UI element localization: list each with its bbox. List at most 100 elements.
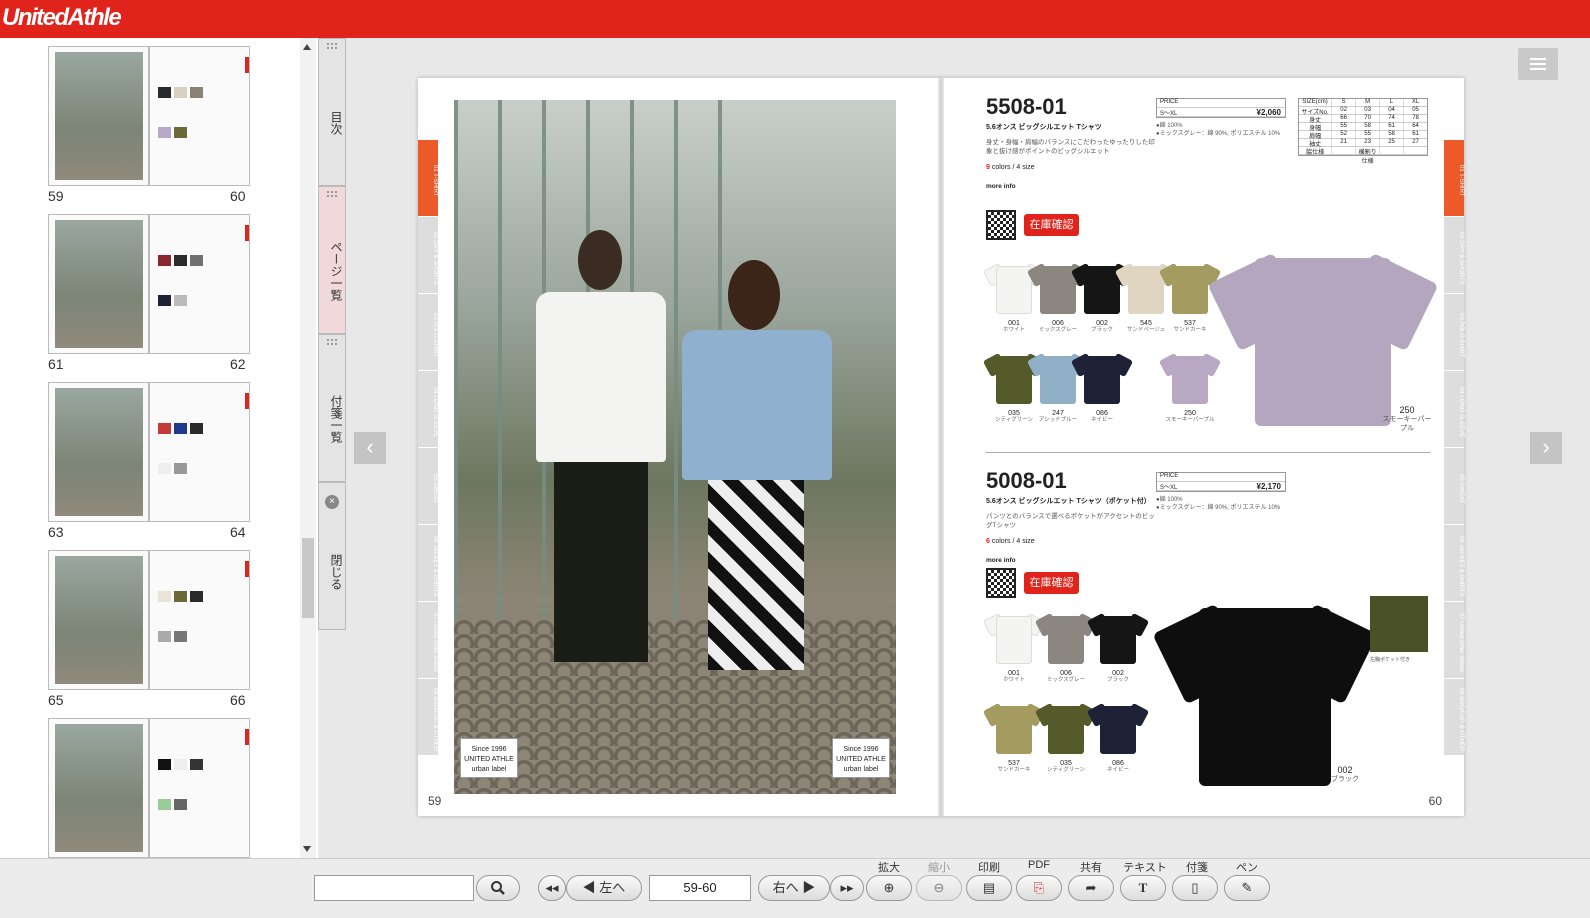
model-head — [728, 260, 780, 330]
category-tab[interactable]: 01 T-SHIRT — [418, 140, 438, 216]
category-tab[interactable]: 02 DRY & SPORTS — [1444, 217, 1464, 293]
share-arrow-icon: ➦ — [1085, 880, 1097, 895]
search-input[interactable] — [314, 875, 474, 901]
thumbnail-spread[interactable] — [48, 214, 250, 354]
category-tab[interactable]: 07 United Athle Works — [418, 602, 438, 678]
qr-code[interactable] — [986, 568, 1016, 598]
print-button[interactable]: ▤ — [966, 875, 1012, 901]
thumbnail-page-left[interactable] — [48, 718, 149, 858]
white-tee — [536, 292, 666, 462]
category-tab[interactable]: 02 DRY & SPORTS — [418, 217, 438, 293]
thumbnail-swatch — [174, 255, 187, 266]
big-tee-5508 — [1207, 252, 1439, 430]
size-cell: 64 — [1403, 123, 1427, 130]
category-tab[interactable]: 04 LONG SLEEVE — [418, 371, 438, 447]
qr-code[interactable] — [986, 210, 1016, 240]
sticky-button[interactable]: ▯ — [1172, 875, 1218, 901]
sidebar-scrollbar[interactable] — [300, 38, 316, 858]
category-tab[interactable]: 04 LONG SLEEVE — [1444, 371, 1464, 447]
swatch-name: ミックスグレー — [1046, 677, 1086, 683]
thumbnail-spread[interactable] — [48, 718, 250, 858]
thumbnail-page-right[interactable] — [149, 214, 250, 354]
thumbnail-page-right[interactable] — [149, 46, 250, 186]
size-cell: 58 — [1379, 131, 1403, 138]
category-tab[interactable]: 05 SWEAT — [418, 448, 438, 524]
thumbnail-page-right[interactable] — [149, 382, 250, 522]
thumbnail-page-left[interactable] — [48, 382, 149, 522]
swatch-number: 250 — [1184, 410, 1196, 417]
thumbnail-page-right[interactable] — [149, 550, 250, 690]
thumbnail-spread[interactable] — [48, 550, 250, 690]
category-tab[interactable]: 06 JACKET & SHIRTS — [418, 525, 438, 601]
color-swatch[interactable]: 086 ネイビー — [1070, 348, 1134, 423]
last-page-button[interactable]: ▸▸ — [830, 875, 864, 901]
scroll-up-arrow-icon[interactable] — [303, 44, 311, 50]
spec-line: ●ミックスグレー：綿 90%, ポリエステル 10% — [1156, 131, 1281, 137]
stock-check-button[interactable]: 在庫確認 — [1024, 214, 1079, 236]
material-spec: ●綿 100% ●ミックスグレー：綿 90%, ポリエステル 10% — [1156, 122, 1296, 138]
swatch-label: 035 シティグリーン — [1038, 760, 1094, 774]
next-page-arrow-icon[interactable]: › — [1530, 432, 1562, 464]
swatch-label: 006 ミックスグレー — [1038, 670, 1094, 684]
tab-toc[interactable]: 目次 — [318, 38, 346, 186]
thumbnail-page-right[interactable] — [149, 718, 250, 858]
search-button[interactable] — [476, 875, 520, 901]
category-tab[interactable]: 06 JACKET & SHIRTS — [1444, 525, 1464, 601]
thumbnail-page-left[interactable] — [48, 214, 149, 354]
color-swatch[interactable]: 250 スモーキーパープル — [1158, 348, 1222, 423]
color-swatch[interactable]: 006 ミックスグレー — [1034, 608, 1098, 683]
search-icon — [491, 881, 505, 895]
thumbnail-page-number: 66 — [230, 692, 246, 708]
page-number-field[interactable]: 59-60 — [649, 875, 751, 901]
first-page-button[interactable]: ◂◂ — [538, 875, 566, 901]
left-folio: 59 — [428, 794, 442, 808]
zoom-out-button[interactable]: ⊖ — [916, 875, 962, 901]
tab-close[interactable]: × 閉じる — [318, 482, 346, 630]
stamp-line: Since 1996 — [471, 746, 507, 753]
prev-page-button[interactable]: ◀ 左へ — [566, 875, 642, 901]
category-tab[interactable]: 03 POLO SHIRT — [1444, 294, 1464, 370]
scrollbar-thumb[interactable] — [302, 538, 314, 618]
size-cell: 03 — [1355, 107, 1379, 114]
price-head: PRICE — [1157, 473, 1285, 482]
color-swatch[interactable]: 537 サンドカーキ — [982, 698, 1046, 773]
category-tab[interactable]: 03 POLO SHIRT — [418, 294, 438, 370]
swatch-label: 086 ネイビー — [1090, 760, 1146, 774]
product-5008: 5008-01 5.6オンス ビッグシルエット Tシャツ（ポケット付） パンツと… — [982, 468, 1436, 808]
tab-page-list[interactable]: ページ一覧 — [318, 186, 346, 334]
price-box: PRICE S～XL ¥2,170 — [1156, 472, 1286, 492]
zoom-in-button[interactable]: ⊕ — [866, 875, 912, 901]
scroll-down-arrow-icon[interactable] — [303, 846, 311, 852]
text-button[interactable]: T — [1120, 875, 1166, 901]
thumbnail-page-left[interactable] — [48, 46, 149, 186]
spec-line: ●綿 100% — [1156, 497, 1183, 503]
prev-page-arrow-icon[interactable]: ‹ — [354, 432, 386, 464]
category-tab[interactable]: 08 BAG/CAP & OTHER — [418, 679, 438, 755]
pen-button[interactable]: ✎ — [1224, 875, 1270, 901]
category-tab[interactable]: 05 SWEAT — [1444, 448, 1464, 524]
size-row: 肩幅 52 55 58 61 — [1299, 131, 1427, 140]
thumbnail-swatch — [190, 591, 203, 602]
next-label: 右へ — [772, 880, 799, 895]
color-swatch[interactable]: 035 シティグリーン — [1034, 698, 1098, 773]
next-page-button[interactable]: 右へ ▶ — [758, 875, 830, 901]
model-right — [682, 260, 832, 690]
big-tee-name: スモーキーパープル — [1382, 416, 1432, 432]
share-button[interactable]: ➦ — [1068, 875, 1114, 901]
stock-check-button[interactable]: 在庫確認 — [1024, 572, 1079, 594]
pdf-button[interactable]: ⎘ — [1016, 875, 1062, 901]
united-athle-logo[interactable]: UnitedAthle — [2, 4, 122, 32]
color-swatch[interactable]: 001 ホワイト — [982, 608, 1046, 683]
size-cell: 身丈 — [1309, 118, 1322, 124]
category-tab[interactable]: 01 T-SHIRT — [1444, 140, 1464, 216]
thumbnail-page-left[interactable] — [48, 550, 149, 690]
thumbnail-spread[interactable] — [48, 382, 250, 522]
menu-button[interactable] — [1518, 48, 1558, 80]
category-tab[interactable]: 08 BAG/CAP & OTHER — [1444, 679, 1464, 755]
category-tab[interactable]: 07 United Athle Works — [1444, 602, 1464, 678]
size-cell: 61 — [1379, 123, 1403, 130]
thumbnail-spread[interactable] — [48, 46, 250, 186]
tab-sticky-list[interactable]: 付箋一覧 — [318, 334, 346, 482]
color-swatch[interactable]: 086 ネイビー — [1086, 698, 1150, 773]
color-swatch[interactable]: 002 ブラック — [1086, 608, 1150, 683]
